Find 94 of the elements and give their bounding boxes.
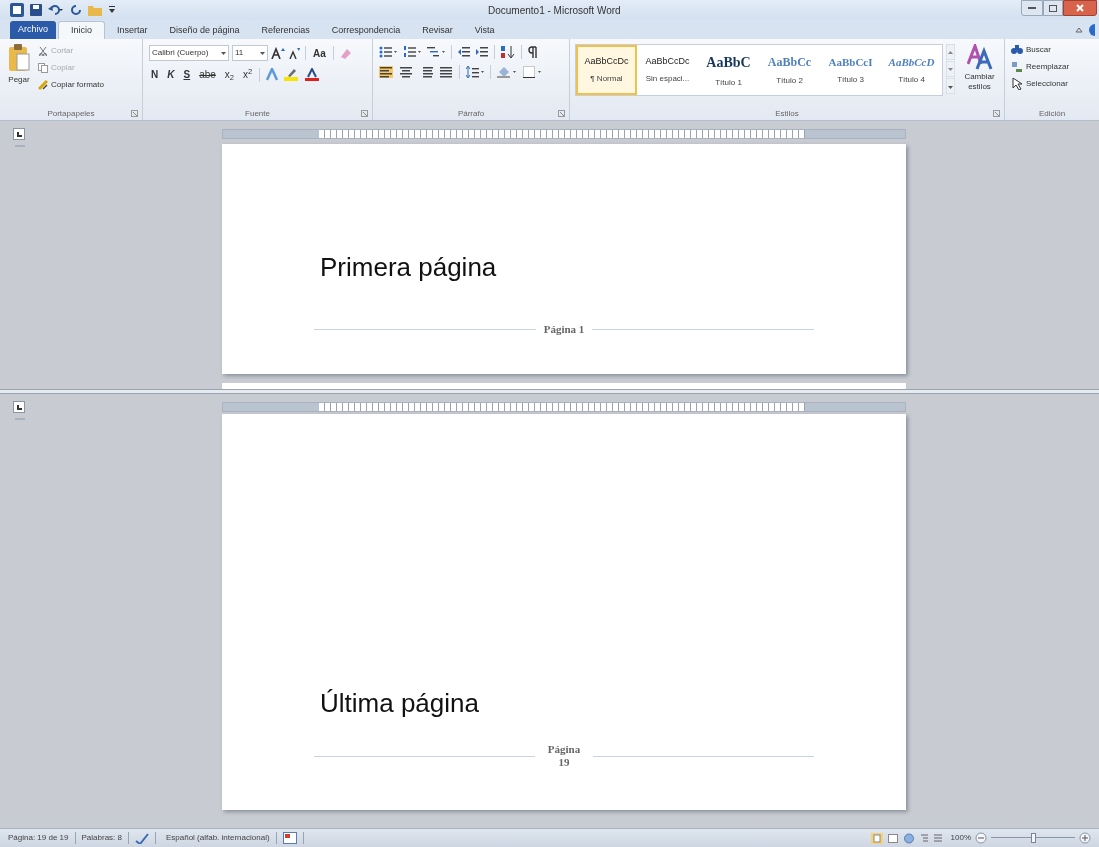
clipboard-icon[interactable]	[8, 44, 30, 72]
shading-icon[interactable]	[497, 66, 517, 78]
ribbon-tab[interactable]: Archivo	[10, 21, 56, 39]
tab-selector[interactable]	[13, 401, 25, 413]
ribbon-tab[interactable]: Inicio	[58, 21, 106, 39]
dropdown-arrow-icon[interactable]	[221, 51, 226, 55]
zoom-slider[interactable]	[991, 833, 1075, 843]
format-button[interactable]: x$^{2}$	[241, 67, 255, 82]
ribbon-tab[interactable]: Diseño de página	[159, 22, 250, 39]
group-label: Párrafo	[457, 108, 485, 120]
cursor-icon[interactable]	[1011, 78, 1023, 90]
sort-icon[interactable]	[501, 46, 515, 58]
numbering-icon[interactable]	[403, 46, 421, 58]
format-button[interactable]: abe	[197, 67, 218, 82]
language-indicator[interactable]: Español (alfab. internacional)	[165, 832, 270, 844]
dialog-launcher-icon[interactable]	[558, 110, 565, 117]
style-option[interactable]: AaBbCcDc ¶ Normal	[576, 45, 637, 95]
binoculars-icon[interactable]	[1011, 44, 1023, 56]
close-icon	[1076, 4, 1084, 12]
web-layout-icon[interactable]	[902, 832, 915, 844]
page-footer: Página 19	[543, 743, 585, 769]
line-spacing-icon[interactable]	[466, 66, 484, 78]
text-effects-icon[interactable]	[265, 68, 280, 81]
minimize-button[interactable]	[1021, 0, 1043, 16]
tab-selector[interactable]	[13, 128, 25, 140]
change-styles-button[interactable]: Cambiar estilos	[960, 44, 999, 92]
dialog-launcher-icon[interactable]	[131, 110, 138, 117]
style-option[interactable]: AaBbCcI Título 3	[820, 45, 881, 95]
dialog-launcher-icon[interactable]	[993, 110, 1000, 117]
ribbon-tab[interactable]: Vista	[464, 22, 505, 39]
paste-button[interactable]: Pegar	[4, 44, 34, 91]
full-screen-icon[interactable]	[886, 832, 899, 844]
help-icon[interactable]	[1087, 24, 1095, 36]
clipboard-command[interactable]: Copiar formato	[38, 79, 104, 91]
replace-icon[interactable]	[1011, 61, 1023, 73]
ribbon-tab[interactable]: Revisar	[412, 22, 463, 39]
borders-icon[interactable]	[523, 66, 543, 78]
ribbon-tab[interactable]: Insertar	[107, 22, 158, 39]
page-footer: Página 1	[543, 321, 585, 338]
redo-icon[interactable]	[70, 4, 82, 16]
scroll-up-icon[interactable]	[946, 44, 955, 60]
justify-icon[interactable]	[439, 66, 453, 78]
editing-command[interactable]: Seleccionar	[1011, 78, 1093, 90]
zoom-in-icon[interactable]	[1079, 832, 1091, 844]
group-label: Portapapeles	[47, 108, 95, 120]
window-title: Documento1 - Microsoft Word	[488, 4, 621, 18]
align-left-icon[interactable]	[379, 66, 393, 78]
align-center-icon[interactable]	[399, 66, 413, 78]
format-button[interactable]: S	[181, 67, 193, 82]
body-text: Última página	[320, 687, 480, 720]
dropdown-arrow-icon[interactable]	[260, 51, 265, 55]
font-size-field[interactable]: 11	[232, 45, 268, 61]
group-label: Edición	[1038, 108, 1066, 120]
collapse-ribbon-icon[interactable]	[1075, 26, 1083, 34]
ribbon-tab[interactable]: Referencias	[251, 22, 320, 39]
format-button[interactable]: K	[165, 67, 177, 82]
maximize-button[interactable]	[1043, 0, 1063, 16]
editing-command[interactable]: Reemplazar	[1011, 61, 1093, 73]
style-option[interactable]: AaBbCcDc Sin espaci...	[637, 45, 698, 95]
more-styles-icon[interactable]	[946, 78, 955, 94]
format-button[interactable]: x$_{2}$	[222, 67, 236, 82]
brush-icon[interactable]	[38, 80, 48, 90]
scroll-down-icon[interactable]	[946, 61, 955, 77]
style-option[interactable]: AaBbC Título 1	[698, 45, 759, 95]
font-color-icon[interactable]	[305, 68, 320, 81]
zoom-percent[interactable]: 100%	[950, 832, 971, 844]
increase-indent-icon[interactable]	[476, 46, 488, 58]
undo-icon[interactable]	[48, 4, 64, 16]
proofing-icon[interactable]	[134, 832, 149, 844]
word-icon[interactable]	[10, 3, 24, 17]
multilevel-list-icon[interactable]	[427, 46, 445, 58]
save-icon[interactable]	[30, 4, 42, 16]
grow-font-icon[interactable]	[271, 47, 285, 59]
group-label: Fuente	[245, 108, 270, 120]
style-option[interactable]: AaBbCc Título 2	[759, 45, 820, 95]
change-case-button[interactable]: Aa	[311, 45, 328, 61]
dialog-launcher-icon[interactable]	[361, 110, 368, 117]
style-option[interactable]: AaBbCcD Título 4	[881, 45, 942, 95]
close-button[interactable]	[1063, 0, 1097, 16]
page-count[interactable]: Página: 19 de 19	[8, 832, 69, 844]
word-count[interactable]: Palabras: 8	[81, 832, 122, 844]
font-name-field[interactable]: Calibri (Cuerpo)	[149, 45, 229, 61]
decrease-indent-icon[interactable]	[458, 46, 470, 58]
group-label: Estilos	[775, 108, 799, 120]
bullets-icon[interactable]	[379, 46, 397, 58]
editing-command[interactable]: Buscar	[1011, 44, 1093, 56]
ribbon-tab[interactable]: Correspondencia	[321, 22, 411, 39]
shrink-font-icon[interactable]	[288, 47, 300, 59]
macro-icon[interactable]	[282, 832, 297, 844]
pilcrow-icon[interactable]	[528, 46, 538, 58]
format-button[interactable]: N	[149, 67, 161, 82]
highlight-icon[interactable]	[284, 68, 301, 81]
body-text: Primera página	[320, 251, 498, 284]
styles-letters-icon[interactable]	[966, 44, 993, 70]
